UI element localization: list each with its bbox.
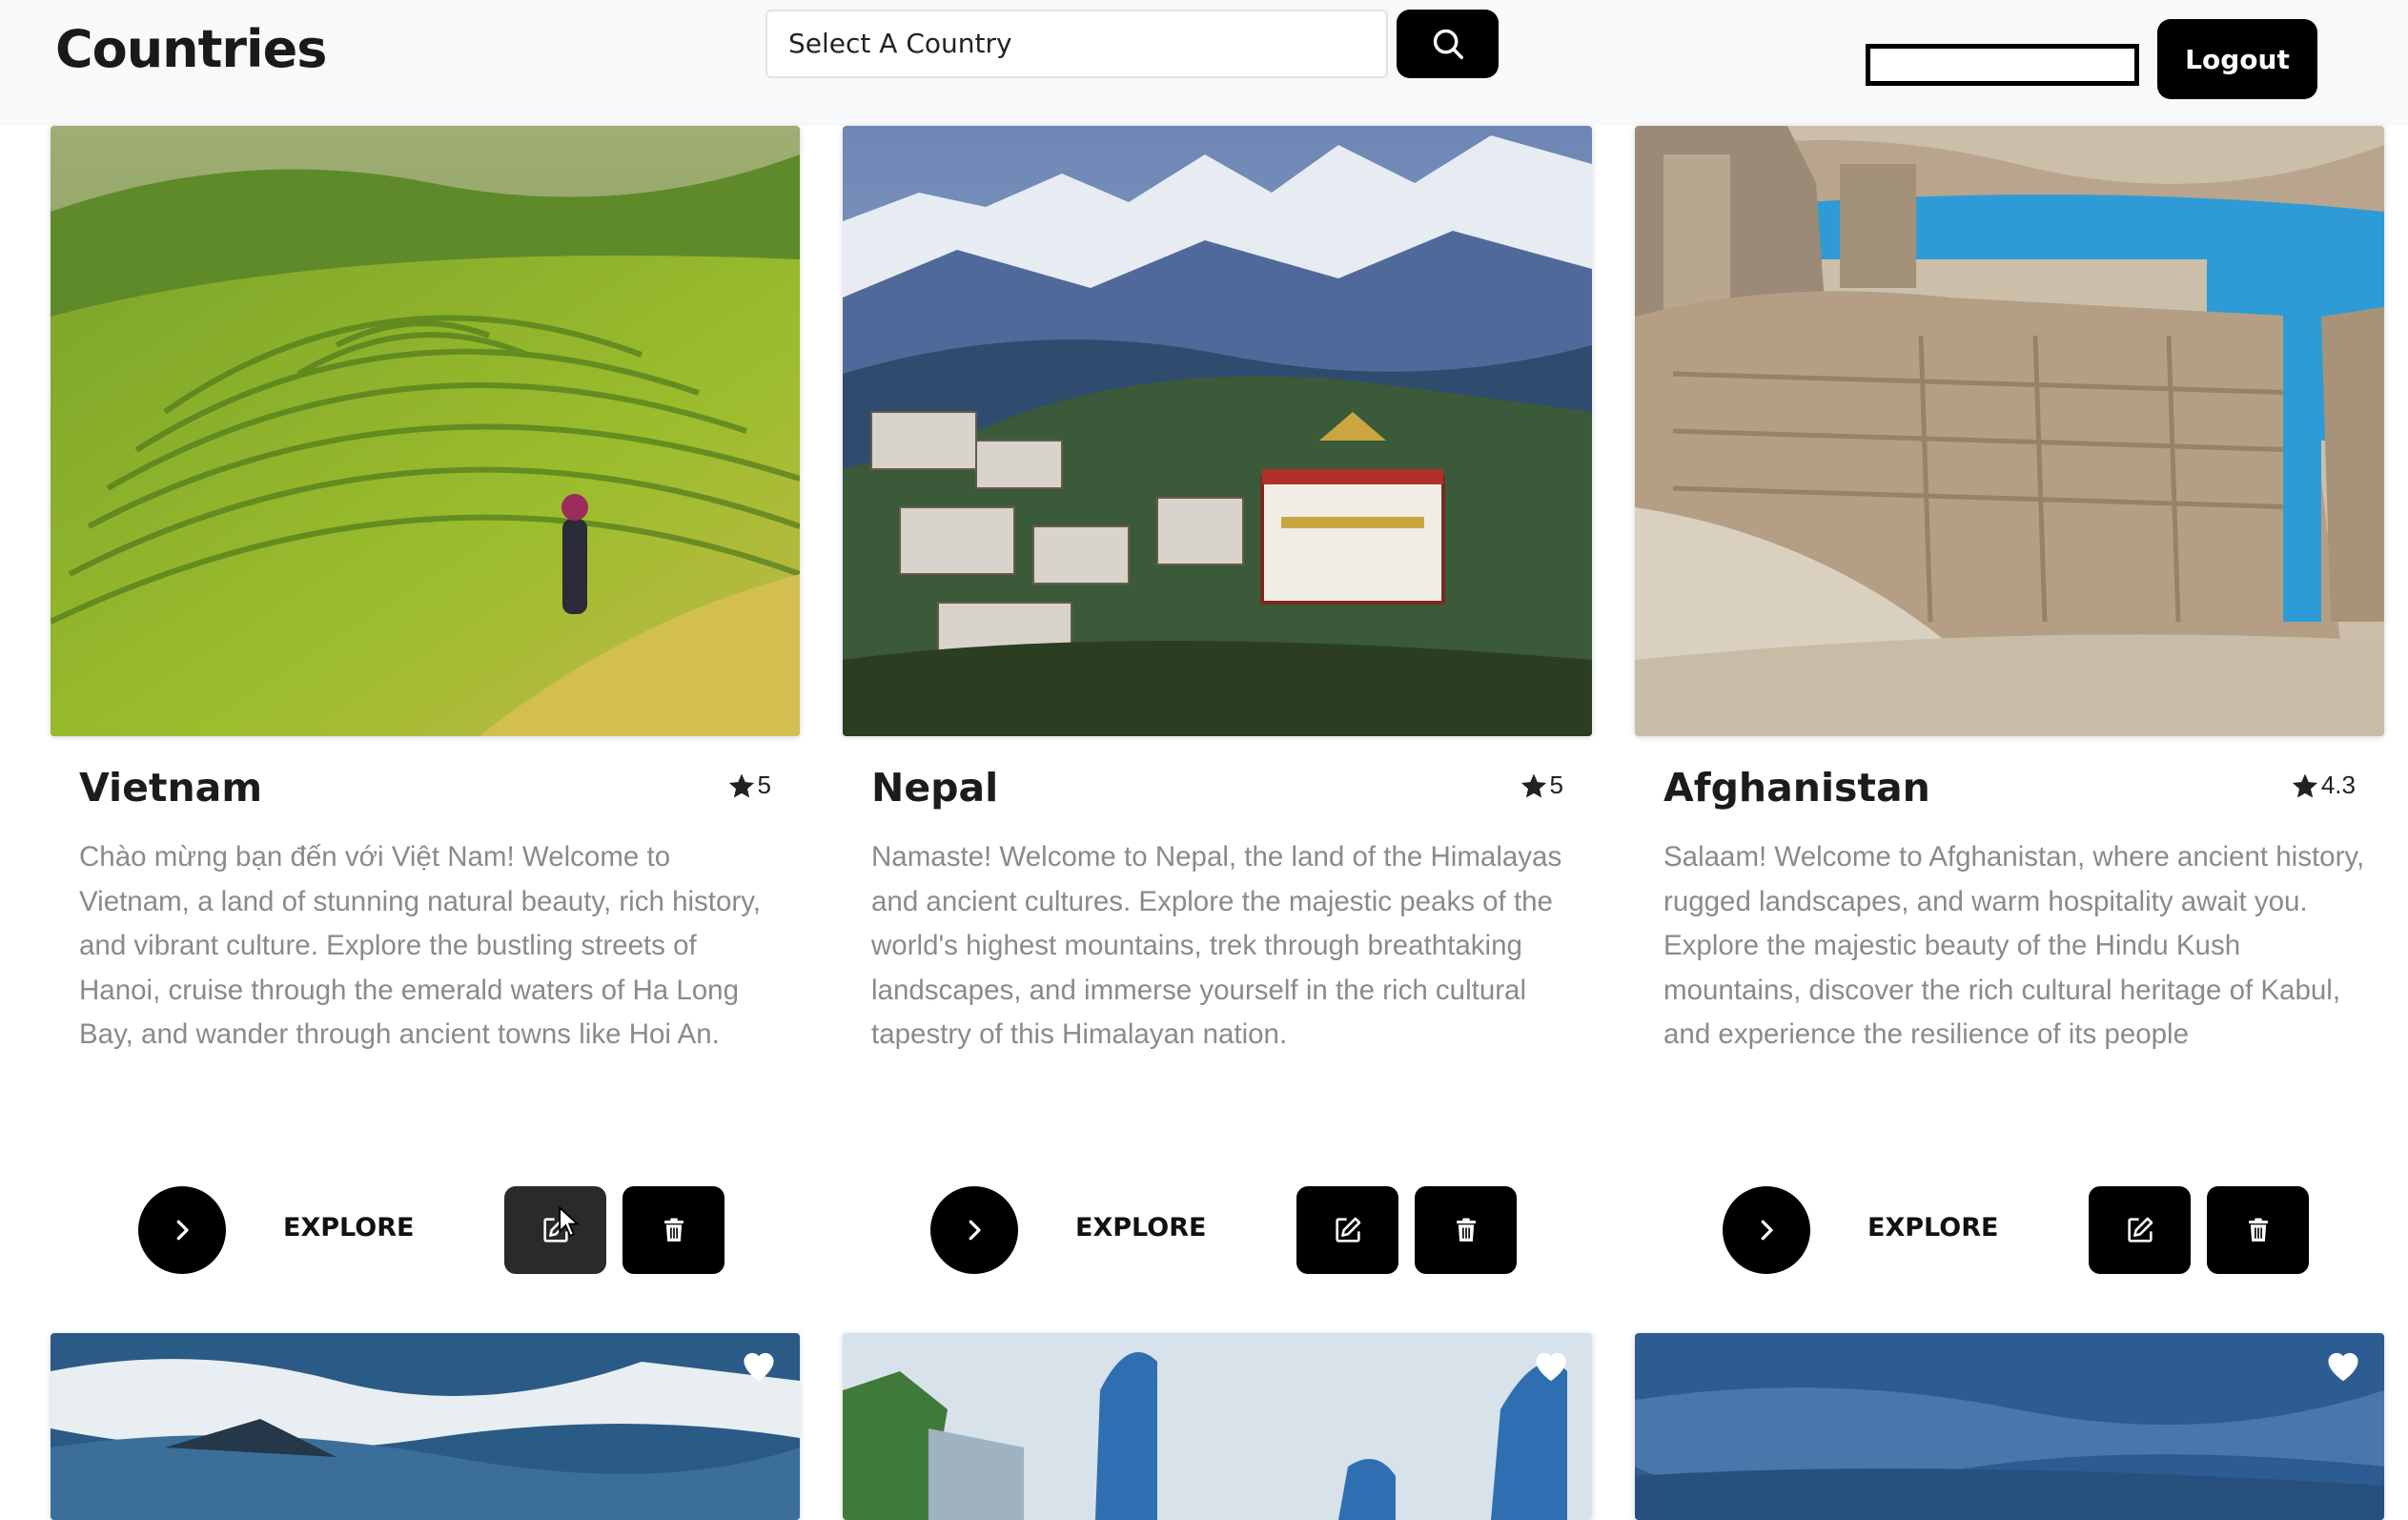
edit-icon (1335, 1217, 1360, 1243)
heart-icon[interactable] (739, 1346, 779, 1383)
username-box (1866, 44, 2139, 86)
country-name: Afghanistan (1663, 765, 1930, 811)
rating: 5 (727, 770, 771, 800)
country-image (51, 1333, 800, 1520)
top-navbar: Countries Select A Country Logout (0, 0, 2408, 126)
rating: 4.3 (2291, 770, 2356, 800)
country-card-nepal: Nepal 5 Namaste! Welcome to Nepal, the l… (843, 126, 1592, 1280)
rating-value: 4.3 (2320, 770, 2356, 799)
chevron-right-icon (176, 1220, 189, 1241)
country-image (843, 1333, 1592, 1520)
explore-button[interactable] (930, 1186, 1018, 1274)
trash-icon (1456, 1218, 1476, 1242)
heart-icon[interactable] (2323, 1346, 2363, 1383)
star-icon (2292, 773, 2317, 798)
search-button[interactable] (1397, 10, 1499, 78)
country-card-afghanistan: Afghanistan 4.3 Salaam! Welcome to Afgha… (1635, 126, 2384, 1280)
search-icon (1433, 29, 1463, 59)
chevron-right-icon (1761, 1220, 1773, 1241)
country-card-partial[interactable] (51, 1333, 800, 1520)
country-card-vietnam: Vietnam 5 Chào mừng bạn đến với Việt Nam… (51, 126, 800, 1280)
country-image (51, 126, 800, 736)
chevron-right-icon (969, 1220, 981, 1241)
country-card-partial[interactable] (1635, 1333, 2384, 1520)
edit-icon (2127, 1217, 2153, 1243)
delete-button[interactable] (1415, 1186, 1517, 1274)
edit-button[interactable] (2089, 1186, 2191, 1274)
rating-value: 5 (757, 770, 771, 799)
country-search-input[interactable]: Select A Country (765, 10, 1388, 78)
country-description: Salaam! Welcome to Afghanistan, where an… (1663, 841, 2365, 1050)
trash-icon (663, 1218, 684, 1242)
country-description: Chào mừng bạn đến với Việt Nam! Welcome … (79, 841, 761, 1050)
trash-icon (2248, 1218, 2268, 1242)
star-icon (1520, 773, 1546, 798)
rating-value: 5 (1549, 770, 1563, 799)
country-description: Namaste! Welcome to Nepal, the land of t… (871, 841, 1562, 1050)
explore-label[interactable]: EXPLORE (283, 1213, 414, 1243)
rating: 5 (1520, 770, 1563, 800)
explore-label[interactable]: EXPLORE (1867, 1213, 1998, 1243)
country-image (843, 126, 1592, 736)
edit-button[interactable] (1296, 1186, 1398, 1274)
country-name: Nepal (871, 765, 999, 811)
logout-button[interactable]: Logout (2157, 19, 2317, 99)
country-name: Vietnam (79, 765, 263, 811)
star-icon (728, 773, 754, 798)
mouse-cursor-icon (559, 1206, 581, 1238)
delete-button[interactable] (2207, 1186, 2309, 1274)
explore-label[interactable]: EXPLORE (1075, 1213, 1206, 1243)
heart-icon[interactable] (1531, 1346, 1571, 1383)
brand-title: Countries (55, 19, 327, 79)
country-image (1635, 126, 2384, 736)
explore-button[interactable] (138, 1186, 226, 1274)
edit-button[interactable] (504, 1186, 606, 1274)
explore-button[interactable] (1723, 1186, 1810, 1274)
country-image (1635, 1333, 2384, 1520)
delete-button[interactable] (622, 1186, 724, 1274)
country-card-partial[interactable] (843, 1333, 1592, 1520)
